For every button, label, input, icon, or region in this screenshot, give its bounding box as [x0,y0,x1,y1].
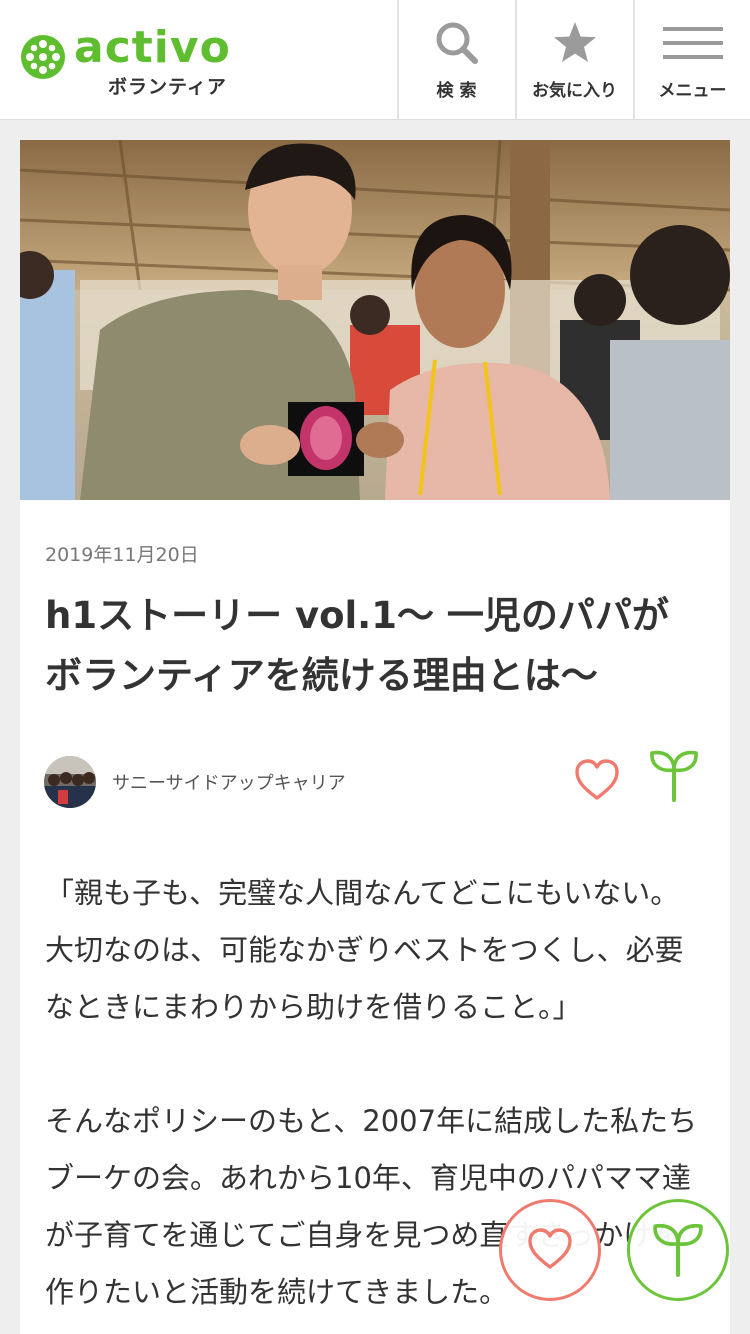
site-logo[interactable]: activo ボランティア [18,22,248,98]
heart-icon[interactable] [574,758,620,804]
logo-subtitle: ボランティア [108,76,227,98]
article-body: 「親も子も、完璧な人間なんてどこにもいない。大切なのは、可能なかぎりベストをつく… [45,865,705,1334]
sprout-icon [653,1223,703,1277]
search-icon [436,22,478,64]
author-row: サニーサイドアップキャリア [44,750,704,808]
star-icon [553,22,596,62]
hamburger-icon [662,27,723,59]
nav-menu-label: メニュー [658,81,727,101]
floating-like-button[interactable] [499,1199,601,1301]
nav-search-label: 検 索 [436,81,477,101]
sprout-icon[interactable] [648,748,700,804]
article-hero-image [20,140,730,500]
nav-menu-button[interactable]: メニュー [633,0,750,120]
article-paragraph: 「親も子も、完璧な人間なんてどこにもいない。大切なのは、可能なかぎりベストをつく… [45,876,684,1024]
site-header: activo ボランティア 検 索 お気に入り メニュー [0,0,750,120]
heart-icon [528,1228,572,1269]
author-name[interactable]: サニーサイドアップキャリア [112,769,346,795]
article-paragraph: そんなポリシーのもと、2007年に結成した私たちブーケの会。あれから10年、育児… [45,1104,698,1309]
logo-wordmark: activo [74,22,231,73]
floating-support-button[interactable] [627,1199,729,1301]
nav-favorites-button[interactable]: お気に入り [515,0,632,120]
avatar[interactable] [44,756,96,808]
article-date: 2019年11月20日 [45,544,199,566]
nav-search-button[interactable]: 検 索 [397,0,514,120]
nav-favorites-label: お気に入り [532,81,617,101]
activo-logo-icon [21,35,65,79]
article-title: h1ストーリー vol.1〜 一児のパパがボランティアを続ける理由とは〜 [45,594,669,697]
article-card: 2019年11月20日 h1ストーリー vol.1〜 一児のパパがボランティアを… [20,140,730,1334]
